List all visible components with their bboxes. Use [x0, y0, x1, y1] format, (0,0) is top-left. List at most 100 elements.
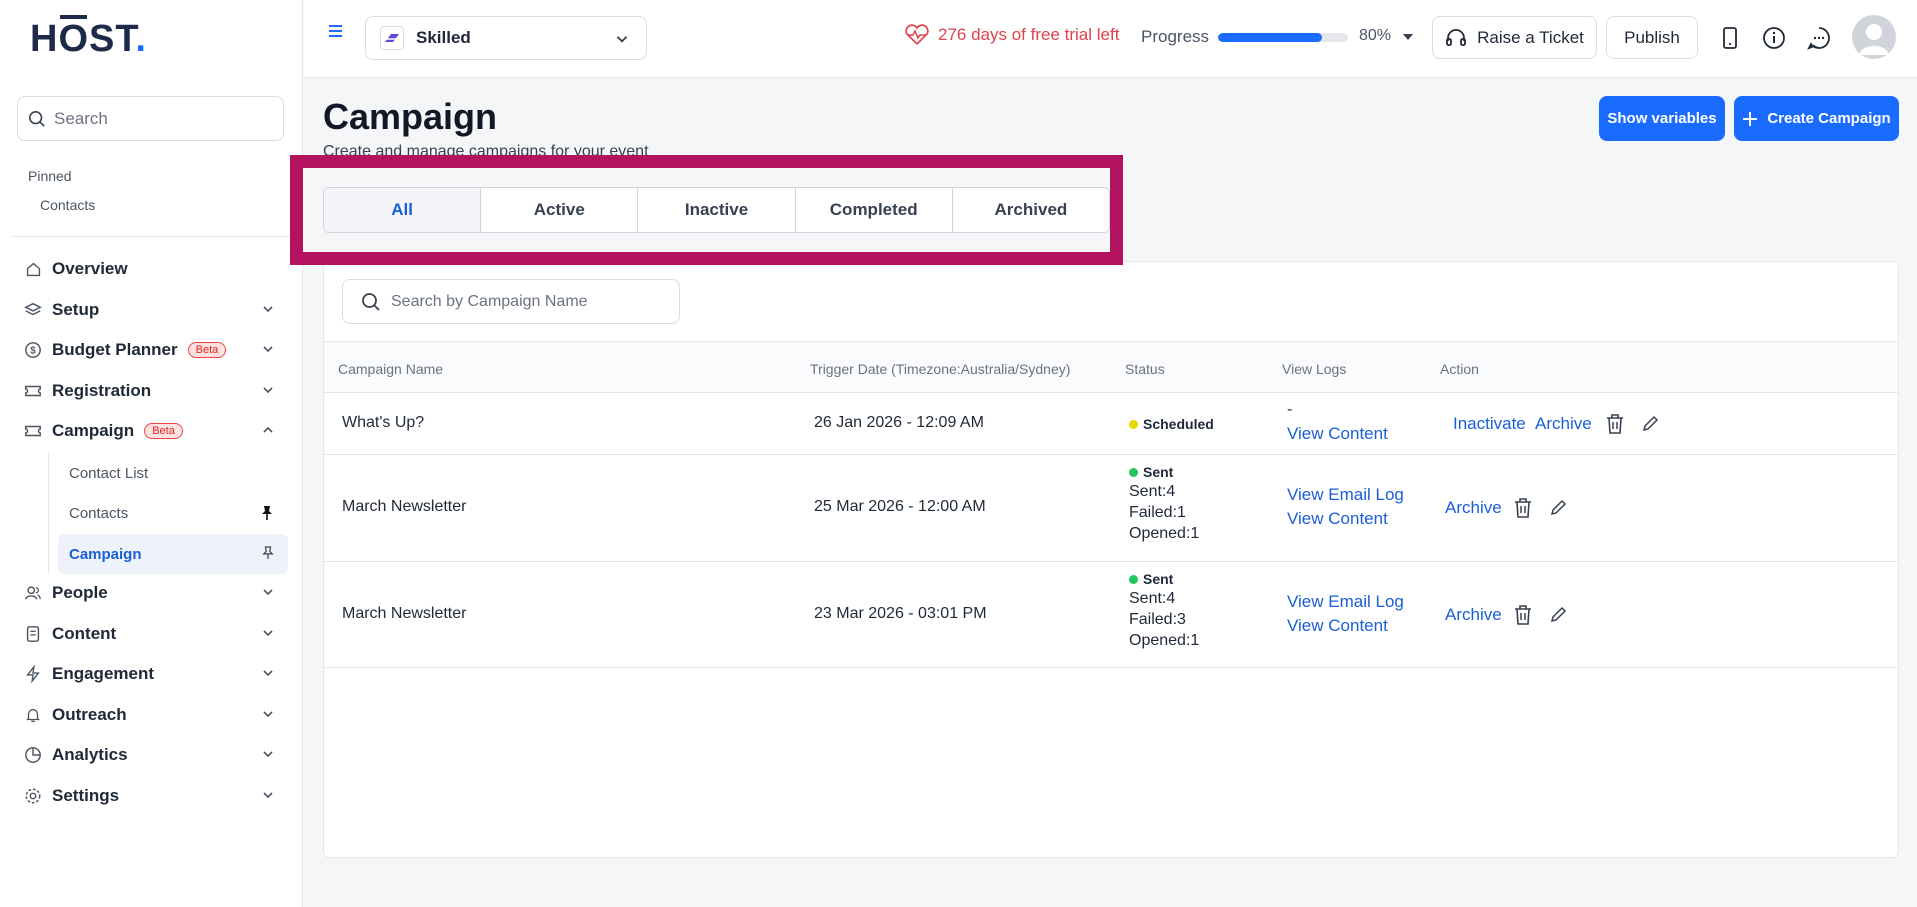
status-text: Sent: [1143, 464, 1174, 480]
layers-icon: [24, 301, 42, 319]
subnav-campaign[interactable]: Campaign: [58, 534, 288, 574]
view-email-log-link[interactable]: View Email Log: [1287, 485, 1404, 505]
trial-indicator[interactable]: 276 days of free trial left: [904, 24, 1119, 46]
nav-outreach[interactable]: Outreach: [0, 697, 303, 733]
event-select-value: Skilled: [416, 28, 471, 47]
nav-budget-planner-label: Budget Planner: [52, 340, 178, 359]
caret-down-icon[interactable]: [1402, 33, 1414, 41]
plus-icon: [1743, 111, 1758, 126]
search-icon: [362, 292, 380, 311]
view-email-log-link[interactable]: View Email Log: [1287, 592, 1404, 612]
sent-count: Sent:4: [1129, 590, 1176, 607]
beta-badge: Beta: [187, 342, 227, 358]
edit-pencil-icon[interactable]: [1642, 414, 1660, 432]
user-avatar[interactable]: [1852, 15, 1896, 59]
nav-campaign[interactable]: Campaign Beta: [0, 413, 303, 449]
publish-button[interactable]: Publish: [1606, 16, 1698, 59]
table-header: Campaign Name Trigger Date (Timezone:Aus…: [324, 341, 1898, 393]
nav-budget-planner[interactable]: $ Budget Planner Beta: [0, 332, 303, 368]
nav-setup-label: Setup: [52, 300, 100, 319]
chevron-down-icon: [263, 589, 273, 596]
edit-pencil-icon[interactable]: [1550, 605, 1568, 623]
pin-filled-icon[interactable]: [260, 505, 274, 521]
ticket-icon: [24, 422, 42, 440]
trigger-date: 25 Mar 2026 - 12:00 AM: [814, 498, 986, 515]
event-select[interactable]: Skilled: [365, 16, 647, 60]
status-badge: Scheduled: [1129, 416, 1214, 432]
home-icon: [24, 260, 42, 278]
trash-icon[interactable]: [1513, 497, 1533, 519]
edit-pencil-icon[interactable]: [1550, 498, 1568, 516]
sent-count: Sent:4: [1129, 483, 1176, 500]
campaign-search[interactable]: [342, 279, 680, 324]
table-row: What's Up? 26 Jan 2026 - 12:09 AM Schedu…: [324, 393, 1898, 455]
log-dash: -: [1287, 401, 1293, 418]
status-badge: Sent: [1129, 464, 1199, 480]
trash-icon[interactable]: [1605, 413, 1625, 435]
subnav-contact-list[interactable]: Contact List: [58, 453, 288, 493]
user-icon: [1859, 24, 1889, 55]
raise-ticket-label: Raise a Ticket: [1477, 27, 1584, 47]
col-status: Status: [1125, 361, 1165, 377]
raise-ticket-button[interactable]: Raise a Ticket: [1432, 16, 1597, 59]
nav-analytics[interactable]: Analytics: [0, 737, 303, 773]
subnav-contacts[interactable]: Contacts: [58, 493, 288, 533]
opened-count: Opened:1: [1129, 525, 1200, 542]
nav-engagement[interactable]: Engagement: [0, 656, 303, 692]
nav-settings[interactable]: Settings: [0, 778, 303, 814]
campaign-name[interactable]: March Newsletter: [342, 498, 466, 516]
campaign-name[interactable]: What's Up?: [342, 414, 424, 432]
col-campaign-name: Campaign Name: [338, 361, 444, 377]
view-content-link[interactable]: View Content: [1287, 616, 1388, 636]
trash-icon[interactable]: [1513, 604, 1533, 626]
gear-icon: [24, 787, 42, 805]
campaign-search-input[interactable]: [391, 292, 671, 311]
mobile-icon[interactable]: [1722, 26, 1738, 50]
view-content-link[interactable]: View Content: [1287, 424, 1388, 444]
pie-chart-icon: [24, 746, 42, 764]
show-variables-button[interactable]: Show variables: [1599, 96, 1725, 141]
status-block: Sent Sent:4 Failed:3 Opened:1: [1129, 571, 1199, 650]
headset-icon: [1446, 28, 1467, 46]
hamburger-menu-icon[interactable]: [324, 22, 346, 40]
submenu-line: [48, 452, 49, 574]
info-icon[interactable]: [1762, 26, 1786, 50]
trigger-date: 23 Mar 2026 - 03:01 PM: [814, 605, 987, 622]
status-dot: [1129, 574, 1138, 584]
chat-icon[interactable]: [1807, 26, 1831, 50]
archive-link[interactable]: Archive: [1445, 605, 1502, 625]
chevron-down-icon: [263, 751, 273, 758]
people-icon: [24, 584, 42, 602]
pinned-item-contacts[interactable]: Contacts: [40, 197, 95, 213]
host-logo[interactable]: HOST.: [30, 15, 147, 61]
chevron-down-icon: [263, 711, 273, 718]
status-dot: [1129, 419, 1138, 429]
search-icon: [28, 110, 45, 127]
event-logo-icon: [380, 26, 404, 50]
nav-content[interactable]: Content: [0, 616, 303, 652]
bell-icon: [24, 706, 42, 724]
chevron-down-icon: [263, 670, 273, 677]
campaign-name[interactable]: March Newsletter: [342, 605, 466, 623]
archive-link[interactable]: Archive: [1535, 414, 1592, 434]
heart-pulse-icon: [905, 24, 929, 45]
status-text: Scheduled: [1143, 416, 1214, 432]
inactivate-link[interactable]: Inactivate: [1453, 414, 1526, 434]
create-campaign-button[interactable]: Create Campaign: [1734, 96, 1899, 141]
publish-label: Publish: [1624, 27, 1680, 47]
nav-setup[interactable]: Setup: [0, 292, 303, 328]
pinned-label: Pinned: [28, 168, 72, 184]
nav-people[interactable]: People: [0, 575, 303, 611]
nav-overview[interactable]: Overview: [0, 251, 303, 287]
chevron-down-icon: [263, 630, 273, 637]
create-campaign-label: Create Campaign: [1767, 110, 1891, 127]
nav-registration[interactable]: Registration: [0, 373, 303, 409]
nav-outreach-label: Outreach: [52, 705, 127, 724]
dollar-circle-icon: $: [24, 341, 42, 359]
view-content-link[interactable]: View Content: [1287, 509, 1388, 529]
tabs-highlight-box: [290, 155, 1123, 265]
sidebar-search-input[interactable]: Search: [17, 96, 284, 141]
archive-link[interactable]: Archive: [1445, 498, 1502, 518]
pin-icon[interactable]: [262, 546, 274, 560]
opened-count: Opened:1: [1129, 632, 1200, 649]
